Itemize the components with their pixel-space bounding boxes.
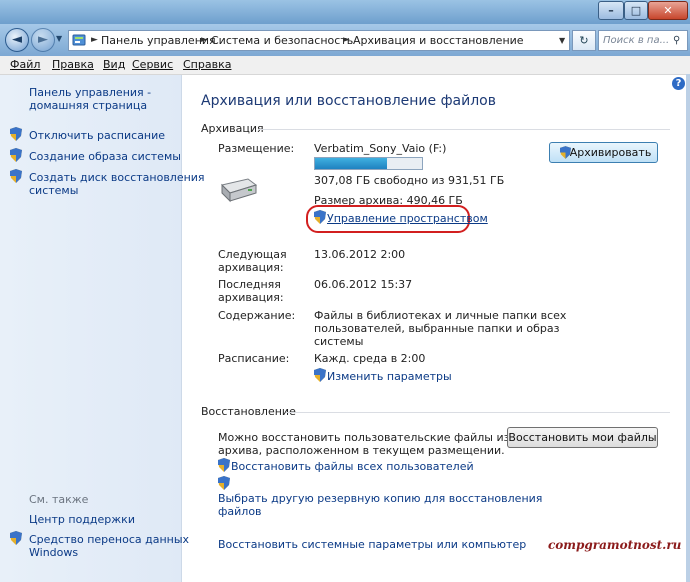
sidebar-item-action-center[interactable]: Центр поддержки <box>29 513 135 526</box>
location-label: Размещение: <box>218 142 295 155</box>
location-value: Verbatim_Sony_Vaio (F:) <box>314 142 447 155</box>
last-backup-label: Последняя архивация: <box>218 278 284 304</box>
backup-now-button[interactable]: Архивировать <box>549 142 658 163</box>
restore-description: Можно восстановить пользовательские файл… <box>218 431 510 457</box>
section-divider <box>258 129 670 130</box>
breadcrumb-control-panel[interactable]: Панель управления <box>101 31 216 50</box>
uac-shield-icon <box>314 368 326 382</box>
schedule-value: Кажд. среда в 2:00 <box>314 352 426 365</box>
menu-help[interactable]: Справка <box>183 58 231 71</box>
uac-shield-icon <box>10 127 22 141</box>
sidebar-item-disable-schedule[interactable]: Отключить расписание <box>29 129 165 142</box>
menu-edit[interactable]: Правка <box>52 58 94 71</box>
breadcrumb-backup-restore[interactable]: Архивация и восстановление <box>353 31 524 50</box>
disk-usage-fill <box>315 158 387 169</box>
section-divider <box>286 412 670 413</box>
sidebar-item-create-system-image[interactable]: Создание образа системы <box>29 150 181 163</box>
title-bar <box>0 0 690 24</box>
menu-view[interactable]: Вид <box>103 58 125 71</box>
uac-shield-icon <box>560 146 571 159</box>
maximize-button[interactable]: □ <box>624 1 648 20</box>
choose-another-backup-link[interactable]: Выбрать другую резервную копию для восст… <box>218 492 542 518</box>
contents-label: Содержание: <box>218 309 296 322</box>
last-backup-value: 06.06.2012 15:37 <box>314 278 413 291</box>
search-icon[interactable]: ⚲ <box>673 31 680 50</box>
next-backup-value: 13.06.2012 2:00 <box>314 248 406 261</box>
search-placeholder: Поиск в па... <box>603 35 670 46</box>
next-backup-label: Следующая архивация: <box>218 248 287 274</box>
watermark-text: compgramotnost.ru <box>548 538 682 552</box>
disk-usage-bar <box>314 157 423 170</box>
sidebar-item-create-recovery-disc[interactable]: Создать диск восстановления системы <box>29 171 205 197</box>
restore-section-heading: Восстановление <box>201 405 296 418</box>
help-icon[interactable]: ? <box>672 77 685 90</box>
back-button[interactable]: ◄ <box>5 28 29 52</box>
sidebar-item-easy-transfer[interactable]: Средство переноса данных Windows <box>29 533 189 559</box>
window-right-border <box>686 74 690 582</box>
see-also-heading: См. также <box>29 493 89 506</box>
recent-pages-dropdown-icon[interactable]: ▼ <box>56 34 62 43</box>
backup-now-label: Архивировать <box>569 146 652 159</box>
refresh-button[interactable]: ↻ <box>572 30 596 51</box>
address-dropdown-icon[interactable]: ▼ <box>559 31 565 50</box>
uac-shield-icon <box>10 531 22 545</box>
restore-my-files-button[interactable]: Восстановить мои файлы <box>507 427 658 448</box>
breadcrumb-system-security[interactable]: Система и безопасность <box>211 31 353 50</box>
search-input[interactable]: Поиск в па... ⚲ <box>598 30 688 51</box>
uac-shield-icon <box>218 476 230 490</box>
breadcrumb-separator: ► <box>91 35 98 45</box>
minimize-button[interactable]: – <box>598 1 624 20</box>
backup-section-heading: Архивация <box>201 122 264 135</box>
breadcrumb-separator: ► <box>343 35 350 45</box>
uac-shield-icon <box>314 210 326 224</box>
menu-service[interactable]: Сервис <box>132 58 173 71</box>
contents-value: Файлы в библиотеках и личные папки всех п… <box>314 309 567 348</box>
forward-button[interactable]: ► <box>31 28 55 52</box>
page-title: Архивация или восстановление файлов <box>201 93 496 109</box>
control-panel-icon <box>72 34 86 46</box>
change-settings-link[interactable]: Изменить параметры <box>327 370 452 383</box>
drive-icon <box>221 178 258 203</box>
close-button[interactable]: ✕ <box>648 1 688 20</box>
breadcrumb-separator: ► <box>201 35 208 45</box>
restore-system-settings-link[interactable]: Восстановить системные параметры или ком… <box>218 538 526 551</box>
schedule-label: Расписание: <box>218 352 290 365</box>
free-space-text: 307,08 ГБ свободно из 931,51 ГБ <box>314 174 505 187</box>
uac-shield-icon <box>10 148 22 162</box>
uac-shield-icon <box>10 169 22 183</box>
manage-space-link[interactable]: Управление пространством <box>327 212 488 225</box>
restore-all-users-link[interactable]: Восстановить файлы всех пользователей <box>231 460 474 473</box>
uac-shield-icon <box>218 458 230 472</box>
address-box[interactable]: ► Панель управления ► Система и безопасн… <box>68 30 570 51</box>
sidebar-home-link[interactable]: Панель управления - домашняя страница <box>29 86 151 112</box>
menu-file[interactable]: Файл <box>10 58 40 71</box>
